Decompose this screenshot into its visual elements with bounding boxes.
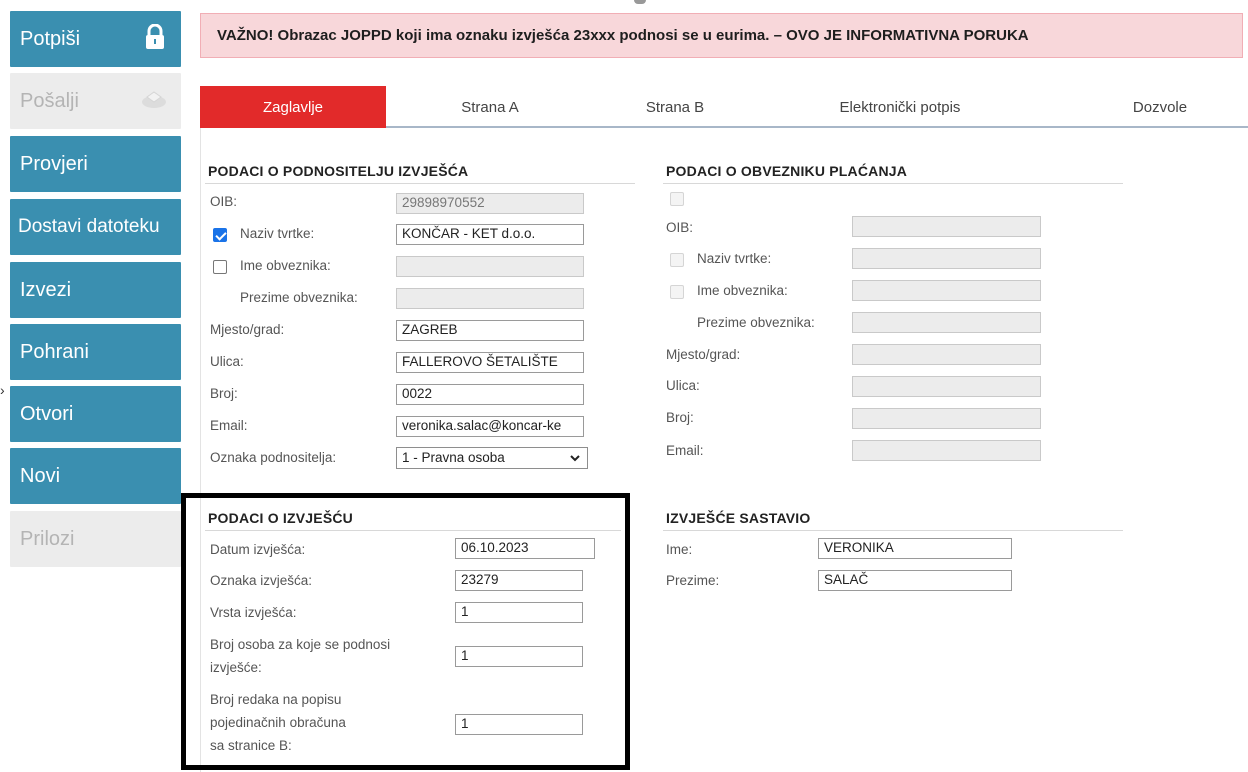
email-label: Email: xyxy=(210,418,248,433)
composer-surname-field[interactable]: SALAČ xyxy=(818,570,1012,591)
info-alert: VAŽNO! Obrazac JOPPD koji ima oznaku izv… xyxy=(200,13,1243,58)
highlight-frame xyxy=(181,493,630,770)
new-button-label: Novi xyxy=(20,464,61,487)
composer-name-field[interactable]: VERONIKA xyxy=(818,538,1012,559)
composed-by-section-title: IZVJEŠĆE SASTAVIO xyxy=(666,510,811,526)
upload-file-button-label: Dostavi datoteku xyxy=(18,216,160,237)
chevron-down-icon xyxy=(570,455,580,462)
city-field[interactable]: ZAGREB xyxy=(396,320,584,341)
send-button[interactable]: Pošalji xyxy=(10,73,181,129)
tab-strana-b[interactable]: Strana B xyxy=(605,86,745,128)
number-label: Broj: xyxy=(210,386,238,401)
new-button[interactable]: Novi xyxy=(10,448,181,504)
payer-person-surname-label: Prezime obveznika: xyxy=(697,315,815,330)
payer-city-label: Mjesto/grad: xyxy=(666,347,741,362)
attachments-button-label: Prilozi xyxy=(20,527,75,550)
check-button-label: Provjeri xyxy=(20,152,88,175)
submitter-type-label: Oznaka podnositelja: xyxy=(210,450,337,465)
tab-elektronicki-potpis[interactable]: Elektronički potpis xyxy=(810,86,990,128)
company-name-field[interactable]: KONČAR - KET d.o.o. xyxy=(396,224,584,245)
divider xyxy=(205,183,635,184)
tab-zaglavlje[interactable]: Zaglavlje xyxy=(200,86,386,128)
sidebar: Potpiši Pošalji Provjeri Dostavi datotek… xyxy=(0,0,190,772)
save-button[interactable]: Pohrani xyxy=(10,324,181,380)
payer-city-field[interactable] xyxy=(852,344,1041,365)
payer-name-label: Ime obveznika: xyxy=(240,258,331,273)
payer-name-field[interactable] xyxy=(396,256,584,277)
payer-section-title: PODACI O OBVEZNIKU PLAĆANJA xyxy=(666,163,908,179)
oib-label: OIB: xyxy=(210,194,238,209)
street-field[interactable]: FALLEROVO ŠETALIŠTE xyxy=(396,352,584,373)
submitter-section-title: PODACI O PODNOSITELJU IZVJEŠĆA xyxy=(208,163,469,179)
submitter-oib-field[interactable]: 29898970552 xyxy=(396,193,584,214)
street-label: Ulica: xyxy=(210,354,244,369)
info-alert-text: VAŽNO! Obrazac JOPPD koji ima oznaku izv… xyxy=(217,27,1029,44)
payer-company-field[interactable] xyxy=(852,248,1041,269)
sign-button[interactable]: Potpiši xyxy=(10,11,181,67)
tab-strana-b-label: Strana B xyxy=(645,98,705,116)
payer-email-label: Email: xyxy=(666,443,704,458)
tab-strana-a[interactable]: Strana A xyxy=(420,86,560,128)
tab-bar: Zaglavlje Strana A Strana B Elektronički… xyxy=(200,86,1248,128)
send-icon xyxy=(142,91,166,108)
payer-name-checkbox[interactable] xyxy=(213,260,227,274)
upload-file-button[interactable]: Dostavi datoteku xyxy=(10,199,181,255)
payer-oib-field[interactable] xyxy=(852,216,1041,237)
divider xyxy=(663,183,1123,184)
city-label: Mjesto/grad: xyxy=(210,322,285,337)
company-name-checkbox[interactable] xyxy=(213,228,227,242)
save-button-label: Pohrani xyxy=(20,340,89,363)
collapse-chevron-icon[interactable]: › xyxy=(0,382,5,398)
sign-button-label: Potpiši xyxy=(20,27,81,50)
open-button[interactable]: Otvori xyxy=(10,386,181,442)
payer-number-field[interactable] xyxy=(852,408,1041,429)
payer-person-label: Ime obveznika: xyxy=(697,283,788,298)
tab-elektronicki-potpis-label: Elektronički potpis xyxy=(839,98,961,116)
divider xyxy=(663,530,1123,531)
tab-dozvole[interactable]: Dozvole xyxy=(1090,86,1230,128)
payer-email-field[interactable] xyxy=(852,440,1041,461)
attachments-button[interactable]: Prilozi xyxy=(10,511,181,567)
payer-surname-field[interactable] xyxy=(396,288,584,309)
payer-company-label: Naziv tvrtke: xyxy=(697,251,772,266)
tab-strana-a-label: Strana A xyxy=(461,98,519,116)
composer-surname-label: Prezime: xyxy=(666,573,720,588)
payer-street-label: Ulica: xyxy=(666,378,700,393)
scroll-indicator xyxy=(634,0,646,4)
payer-surname-label: Prezime obveznika: xyxy=(240,290,358,305)
email-field[interactable]: veronika.salac@koncar-ke xyxy=(396,416,584,437)
export-button[interactable]: Izvezi xyxy=(10,262,181,318)
check-button[interactable]: Provjeri xyxy=(10,136,181,192)
tab-zaglavlje-label: Zaglavlje xyxy=(262,98,324,116)
lock-icon xyxy=(146,24,164,49)
number-field[interactable]: 0022 xyxy=(396,384,584,405)
payer-same-checkbox[interactable] xyxy=(670,192,684,206)
payer-number-label: Broj: xyxy=(666,410,694,425)
send-button-label: Pošalji xyxy=(20,89,79,112)
tab-dozvole-label: Dozvole xyxy=(1132,98,1188,116)
open-button-label: Otvori xyxy=(20,402,74,425)
payer-person-surname-field[interactable] xyxy=(852,312,1041,333)
payer-company-checkbox[interactable] xyxy=(670,253,684,267)
composer-name-label: Ime: xyxy=(666,542,693,557)
payer-street-field[interactable] xyxy=(852,376,1041,397)
payer-person-checkbox[interactable] xyxy=(670,285,684,299)
payer-person-field[interactable] xyxy=(852,280,1041,301)
submitter-type-value: 1 - Pravna osoba xyxy=(402,450,505,465)
company-name-label: Naziv tvrtke: xyxy=(240,226,315,241)
submitter-type-select[interactable]: 1 - Pravna osoba xyxy=(396,447,588,469)
export-button-label: Izvezi xyxy=(20,278,72,301)
payer-oib-label: OIB: xyxy=(666,220,694,235)
